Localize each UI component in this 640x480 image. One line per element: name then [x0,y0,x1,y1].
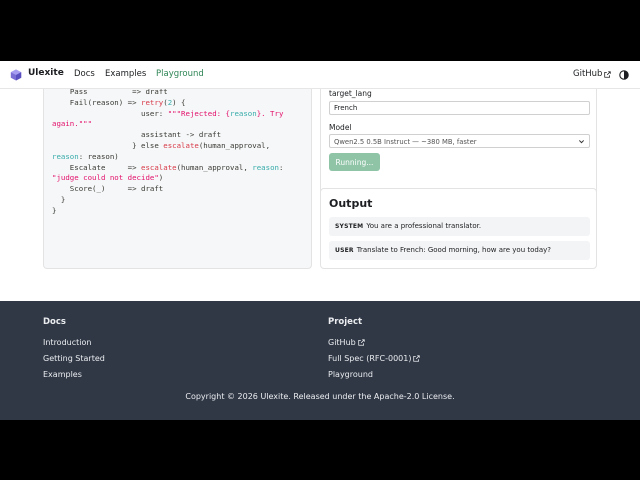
code-token: } else [52,140,164,150]
code-line: again.""" [52,119,283,130]
code-token: user: [52,108,168,118]
code-line: assistant -> draft [52,130,283,141]
message-text: Translate to French: Good morning, how a… [356,246,551,254]
theme-toggle-icon[interactable] [619,70,629,80]
footer: Docs Introduction Getting Started Exampl… [0,301,640,420]
code-token: escalate [163,140,199,150]
footer-link-getting-started[interactable]: Getting Started [43,354,105,363]
code-line: Fail(reason) => retry(2) { [52,98,283,109]
code-token: } [52,194,66,204]
code-token: (human_approval, [176,162,253,172]
nav-github-link[interactable]: GitHub [573,69,612,79]
code-token: again.""" [52,119,93,129]
code-token: (human_approval, [198,140,271,150]
nav-link-playground[interactable]: Playground [156,69,204,79]
code-editor[interactable]: Pass => draft Fail(reason) => retry(2) {… [43,89,312,269]
output-title: Output [329,197,373,210]
code-line: Score(_) => draft [52,184,283,195]
target-lang-label: target_lang [329,89,372,98]
external-link-icon [358,339,365,346]
footer-link-playground[interactable]: Playground [328,370,373,379]
external-link-icon [413,355,421,362]
code-line: } [52,206,283,217]
code-line: } [52,195,283,206]
model-select[interactable]: Qwen2.5 0.5B Instruct — ~380 MB, faster [329,134,590,148]
footer-link-full-spec[interactable]: Full Spec (RFC-0001) [328,354,421,363]
model-select-value: Qwen2.5 0.5B Instruct — ~380 MB, faster [334,138,477,146]
footer-link-github-label: GitHub [328,338,356,347]
code-line: } else escalate(human_approval, [52,141,283,152]
page: Ulexite Docs Examples Playground GitHub … [0,61,640,420]
code-token: retry [141,97,164,107]
code-token: }. Try [256,108,284,118]
code-line: user: """Rejected: {reason}. Try [52,109,283,120]
message-text: You are a professional translator. [366,222,482,230]
footer-link-introduction[interactable]: Introduction [43,338,91,347]
nav-link-docs[interactable]: Docs [74,69,95,79]
footer-link-github[interactable]: GitHub [328,338,365,347]
code-block: Pass => draft Fail(reason) => retry(2) {… [52,89,283,217]
code-line: "judge could not decide") [52,173,283,184]
footer-docs-heading: Docs [43,317,66,327]
output-panel: Output SYSTEM You are a professional tran… [320,188,597,269]
code-token: : reason) [78,151,119,161]
code-token: reason [252,162,279,172]
code-token: ) { [172,97,186,107]
code-line: reason: reason) [52,152,283,163]
navbar: Ulexite Docs Examples Playground GitHub [0,61,640,89]
message-role: SYSTEM [335,223,364,230]
external-link-icon [604,70,612,78]
code-token: reason [230,108,257,118]
copyright-text: Copyright © 2026 Ulexite. Released under… [185,392,455,401]
message-role: USER [335,247,354,254]
code-token: "judge could not decide" [52,173,159,183]
target-lang-input[interactable] [329,101,590,115]
brand-title[interactable]: Ulexite [28,68,64,78]
code-token: reason [52,151,79,161]
code-token: Score(_) => draft [52,184,164,194]
code-token: assistant -> draft [52,130,222,140]
code-token: escalate [141,162,177,172]
ulexite-logo-icon[interactable] [10,69,22,81]
run-button[interactable]: Running... [329,153,380,171]
footer-link-full-spec-label: Full Spec (RFC-0001) [328,354,412,363]
code-token: """Rejected: { [167,108,230,118]
model-label: Model [329,123,352,132]
code-token: ) [158,173,164,183]
code-line: Pass => draft [52,89,283,98]
footer-link-examples[interactable]: Examples [43,370,82,379]
nav-github-label: GitHub [573,69,603,79]
code-token: } [52,205,57,215]
output-message: USER Translate to French: Good morning, h… [329,241,590,260]
code-token: => draft [87,89,168,96]
code-line: Escalate => escalate(human_approval, rea… [52,162,284,174]
code-token: Pass [69,89,88,96]
code-token: Fail(reason) => [52,97,141,107]
output-message: SYSTEM You are a professional translator. [329,217,590,236]
code-token: Escalate => [52,162,141,172]
chevron-down-icon [578,140,585,144]
code-token: : [278,162,284,172]
nav-link-examples[interactable]: Examples [105,69,146,79]
footer-project-heading: Project [328,317,363,327]
